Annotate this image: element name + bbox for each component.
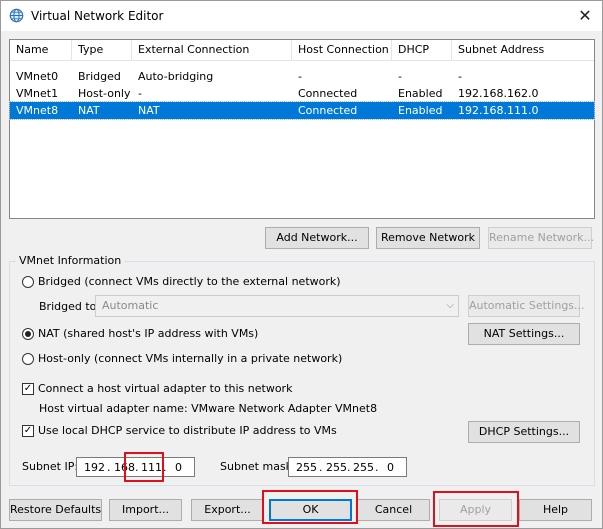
cell-external-connection: - [138,87,142,100]
bridged-radio-label[interactable]: Bridged (connect VMs directly to the ext… [38,275,341,288]
globe-network-icon [9,8,24,23]
cell-name: VMnet0 [16,70,59,83]
table-row[interactable]: VMnet0 Bridged Auto-bridging - - - [10,68,594,85]
cell-type: Host-only [78,87,131,100]
vmnet-information-label: VMnet Information [16,254,125,267]
table-row[interactable]: VMnet1 Host-only - Connected Enabled 192… [10,85,594,102]
close-icon[interactable]: ✕ [573,4,597,28]
ip-dot: . [319,461,323,474]
add-network-button[interactable]: Add Network... [265,227,369,249]
cell-type: NAT [78,104,100,117]
ip-dot: . [375,461,379,474]
subnet-mask-octet-3: 255 [353,461,374,474]
title-bar: Virtual Network Editor ✕ [1,1,602,31]
subnet-mask-octet-1: 255 [296,461,317,474]
connect-host-adapter-checkbox[interactable]: ✓ [22,383,34,395]
ip-dot: . [107,461,111,474]
network-list[interactable]: Name Type External Connection Host Conne… [9,39,595,219]
cell-host-connection: Connected [298,104,358,117]
cell-host-connection: Connected [298,87,358,100]
subnet-ip-label: Subnet IP: [22,460,79,473]
ip-dot: . [347,461,351,474]
cell-external-connection: Auto-bridging [138,70,214,83]
cell-name: VMnet1 [16,87,59,100]
automatic-settings-button[interactable]: Automatic Settings... [468,295,585,317]
column-header-type[interactable]: Type [72,40,132,60]
highlight-box-ok [262,490,358,524]
help-button[interactable]: Help [519,499,592,521]
column-header-external-connection[interactable]: External Connection [132,40,292,60]
cell-name: VMnet8 [16,104,59,117]
cell-dhcp: Enabled [398,87,443,100]
list-header: Name Type External Connection Host Conne… [10,40,594,61]
cell-external-connection: NAT [138,104,160,117]
cell-dhcp: Enabled [398,104,443,117]
virtual-network-editor-window: Virtual Network Editor ✕ Name Type Exter… [0,0,603,529]
column-header-subnet-address[interactable]: Subnet Address [452,40,594,60]
column-header-name[interactable]: Name [10,40,72,60]
highlight-box-subnet-octet [124,452,164,482]
bridged-to-select[interactable]: Automatic ⌵ [95,295,459,317]
cell-host-connection: - [298,70,302,83]
use-local-dhcp-checkbox[interactable]: ✓ [22,425,34,437]
highlight-box-apply [433,491,519,527]
nat-radio[interactable] [22,328,34,340]
cell-subnet-address: 192.168.111.0 [458,104,539,117]
column-header-dhcp[interactable]: DHCP [392,40,452,60]
dhcp-settings-button[interactable]: DHCP Settings... [468,421,580,443]
subnet-ip-octet-1: 192 [84,461,105,474]
remove-network-button[interactable]: Remove Network [376,227,480,249]
host-only-radio[interactable] [22,353,34,365]
cell-type: Bridged [78,70,121,83]
host-adapter-name: Host virtual adapter name: VMware Networ… [39,402,378,415]
import-button[interactable]: Import... [109,499,182,521]
host-only-radio-label[interactable]: Host-only (connect VMs internally in a p… [38,352,342,365]
subnet-mask-octet-2: 255 [326,461,347,474]
bridged-to-label: Bridged to: [39,300,101,313]
nat-settings-button[interactable]: NAT Settings... [468,323,580,345]
rename-network-button[interactable]: Rename Network... [488,227,594,249]
window-title: Virtual Network Editor [31,9,164,23]
subnet-mask-input[interactable]: 255 . 255 . 255 . 0 [288,457,407,477]
subnet-mask-octet-4: 0 [387,461,394,474]
bridged-radio[interactable] [22,276,34,288]
subnet-mask-label: Subnet mask: [220,460,296,473]
cell-subnet-address: 192.168.162.0 [458,87,539,100]
table-row-selected[interactable]: VMnet8 NAT NAT Connected Enabled 192.168… [9,101,595,120]
connect-host-adapter-label[interactable]: Connect a host virtual adapter to this n… [38,382,292,395]
column-header-host-connection[interactable]: Host Connection [292,40,392,60]
export-button[interactable]: Export... [191,499,264,521]
subnet-ip-octet-4: 0 [175,461,182,474]
cancel-button[interactable]: Cancel [357,499,430,521]
cell-dhcp: - [398,70,402,83]
restore-defaults-button[interactable]: Restore Defaults [9,499,102,521]
bridged-to-value: Automatic [102,299,159,312]
nat-radio-label[interactable]: NAT (shared host's IP address with VMs) [38,327,258,340]
cell-subnet-address: - [458,70,462,83]
chevron-down-icon: ⌵ [446,300,454,311]
use-local-dhcp-label[interactable]: Use local DHCP service to distribute IP … [38,424,337,437]
